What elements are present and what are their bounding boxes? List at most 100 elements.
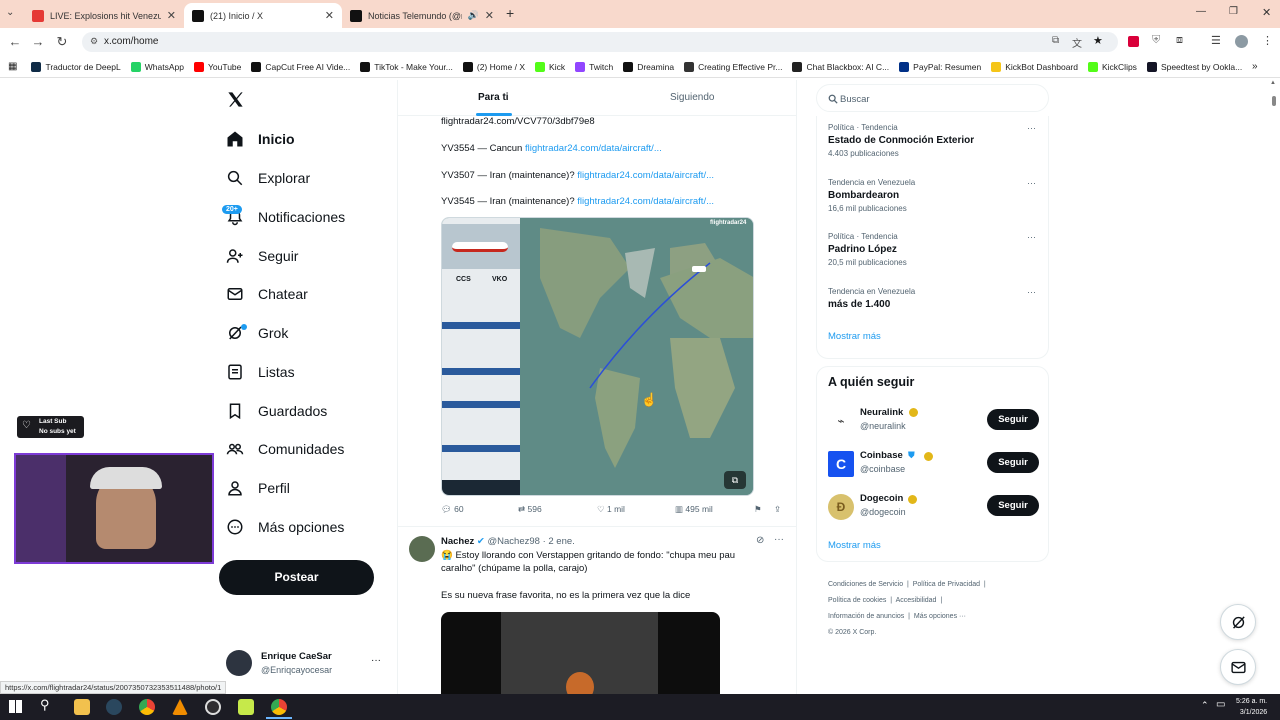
show-more-trends[interactable]: Mostrar más	[828, 331, 881, 342]
tab-x-home[interactable]: (21) Inicio / X ✕	[184, 3, 342, 28]
nav-profile[interactable]: Perfil	[226, 479, 290, 497]
bookmark-item[interactable]: CapCut Free AI Vide...	[251, 61, 350, 72]
tweet-link[interactable]: flightradar24.com/data/aircraft/...	[577, 196, 714, 207]
app-icon[interactable]	[238, 699, 254, 715]
extension-icon[interactable]	[1128, 36, 1139, 47]
x-logo-icon[interactable]	[226, 90, 245, 109]
new-tab-button[interactable]: +	[506, 5, 514, 21]
close-tab-icon[interactable]: ✕	[485, 9, 494, 22]
tab-search-icon[interactable]: ⌄	[6, 7, 14, 18]
address-bar[interactable]: ⚙ x.com/home ⧉ 文 ★	[82, 32, 1118, 52]
bookmark-item[interactable]: KickBot Dashboard	[991, 61, 1078, 72]
bookmark-item[interactable]: Speedtest by Ookla...	[1146, 61, 1242, 72]
close-tab-icon[interactable]: ✕	[325, 9, 334, 22]
more-horizontal-icon[interactable]: ···	[1027, 178, 1036, 188]
nav-bookmarks[interactable]: Guardados	[226, 402, 327, 420]
tab-youtube-live[interactable]: LIVE: Explosions hit Venezuela's ✕	[24, 3, 184, 28]
show-more-follow[interactable]: Mostrar más	[828, 540, 881, 551]
bookmark-item[interactable]: Creating Effective Pr...	[684, 61, 782, 72]
messages-float-button[interactable]	[1220, 649, 1256, 685]
more-horizontal-icon[interactable]: ···	[1027, 123, 1036, 133]
install-icon[interactable]: ⧉	[1052, 35, 1059, 46]
grok-float-button[interactable]	[1220, 604, 1256, 640]
author-handle[interactable]: @Nachez98	[488, 536, 540, 547]
bookmark-star-icon[interactable]: ★	[1093, 34, 1103, 47]
follow-button[interactable]: Seguir	[987, 452, 1039, 473]
back-icon[interactable]: ←	[3, 34, 27, 49]
bookmark-item[interactable]: PayPal: Resumen	[899, 61, 981, 72]
nav-lists[interactable]: Listas	[226, 363, 295, 381]
obs-icon[interactable]	[205, 699, 221, 715]
footer-link[interactable]: Condiciones de Servicio	[828, 581, 903, 588]
bookmark-item[interactable]: YouTube	[193, 61, 241, 72]
reply-button[interactable]: 💬︎ 60	[441, 504, 464, 515]
footer-link[interactable]: Más opciones ···	[914, 613, 966, 620]
minimize-icon[interactable]: —	[1196, 6, 1206, 17]
search-box[interactable]: Buscar	[816, 84, 1049, 112]
tray-chevron-icon[interactable]: ⌃	[1201, 700, 1209, 711]
file-explorer-icon[interactable]	[74, 699, 90, 715]
nav-explore[interactable]: Explorar	[226, 169, 310, 187]
tweet-date[interactable]: · 2 ene.	[543, 536, 575, 547]
more-horizontal-icon[interactable]: ···	[1027, 232, 1036, 242]
bookmark-item[interactable]: Kick	[535, 61, 565, 72]
chrome-active-icon[interactable]	[271, 699, 287, 715]
follow-button[interactable]: Seguir	[987, 495, 1039, 516]
tweet-video[interactable]	[441, 612, 720, 694]
avatar[interactable]	[409, 536, 435, 562]
nav-communities[interactable]: Comunidades	[226, 440, 344, 458]
nav-home[interactable]: Inicio	[226, 130, 295, 148]
trend-item[interactable]: Tendencia en Venezuela Bombardearon 16,6…	[828, 178, 1043, 222]
bookmark-item[interactable]: KickClips	[1087, 61, 1137, 72]
avatar[interactable]	[1235, 35, 1248, 48]
translate-icon[interactable]: 文	[1072, 35, 1082, 50]
forward-icon[interactable]: →	[26, 34, 50, 49]
footer-link[interactable]: Información de anuncios	[828, 613, 904, 620]
bookmark-item[interactable]: Dreamina	[623, 61, 674, 72]
bookmark-item[interactable]: Traductor de DeepL	[31, 61, 121, 72]
tab-telemundo[interactable]: Noticias Telemundo (@noti 🔊 ✕	[342, 3, 502, 28]
chevron-right-icon[interactable]: »	[1252, 61, 1258, 72]
nav-grok[interactable]: Grok	[226, 324, 288, 342]
share-icon[interactable]: ⇪	[774, 504, 781, 515]
tweet-link[interactable]: flightradar24.com/data/aircraft/...	[525, 143, 662, 154]
bookmark-item[interactable]: TikTok - Make Your...	[360, 61, 453, 72]
author-name[interactable]: Nachez	[441, 536, 474, 547]
tweet-image-flightmap[interactable]: CCS VKO flightradar24 ⧉	[441, 217, 754, 496]
nav-more[interactable]: Más opciones	[226, 518, 344, 536]
vlc-icon[interactable]	[172, 699, 188, 715]
trend-item[interactable]: Tendencia en Venezuela más de 1.400 ···	[828, 287, 1043, 317]
shield-icon[interactable]: ⛨	[1152, 34, 1160, 47]
tab-for-you[interactable]: Para ti	[478, 92, 509, 103]
grok-icon[interactable]: ⊘	[756, 535, 764, 546]
tab-following[interactable]: Siguiendo	[670, 92, 714, 103]
restore-icon[interactable]: ❐	[1229, 6, 1238, 17]
footer-link[interactable]: Política de cookies	[828, 597, 886, 604]
views-button[interactable]: ▥ 495 mil	[675, 504, 713, 515]
more-vert-icon[interactable]: ⋮	[1262, 34, 1273, 47]
nav-follow[interactable]: Seguir	[226, 247, 298, 265]
steam-icon[interactable]	[106, 699, 122, 715]
reload-icon[interactable]: ↻	[50, 34, 74, 50]
more-horizontal-icon[interactable]: ···	[371, 655, 381, 666]
scrollbar-thumb[interactable]	[1272, 96, 1276, 106]
follow-button[interactable]: Seguir	[987, 409, 1039, 430]
account-switcher[interactable]: Enrique CaeSar @Enriqcayocesar ···	[226, 650, 386, 680]
nav-notifications[interactable]: Notificaciones	[226, 208, 345, 226]
trend-item[interactable]: Política · Tendencia Estado de Conmoción…	[828, 123, 1043, 167]
tweet-link[interactable]: flightradar24.com/VCV770/3dbf79e8	[441, 116, 595, 127]
search-icon[interactable]: ⚲	[40, 697, 50, 713]
close-tab-icon[interactable]: ✕	[167, 9, 176, 22]
gallery-icon[interactable]: ⧉	[724, 471, 746, 489]
footer-link[interactable]: Accesibilidad	[896, 597, 937, 604]
bookmark-icon[interactable]: ⚑	[754, 504, 762, 515]
more-horizontal-icon[interactable]: ···	[1027, 287, 1036, 297]
post-button[interactable]: Postear	[219, 560, 374, 595]
network-icon[interactable]: ▭	[1216, 699, 1225, 710]
bookmark-item[interactable]: WhatsApp	[130, 61, 184, 72]
site-info-icon[interactable]: ⚙	[90, 36, 98, 47]
windows-start-icon[interactable]	[9, 700, 22, 713]
puzzle-icon[interactable]: ⧈	[1176, 34, 1183, 47]
bookmark-item[interactable]: Twitch	[575, 61, 613, 72]
close-window-icon[interactable]: ✕	[1262, 6, 1271, 19]
